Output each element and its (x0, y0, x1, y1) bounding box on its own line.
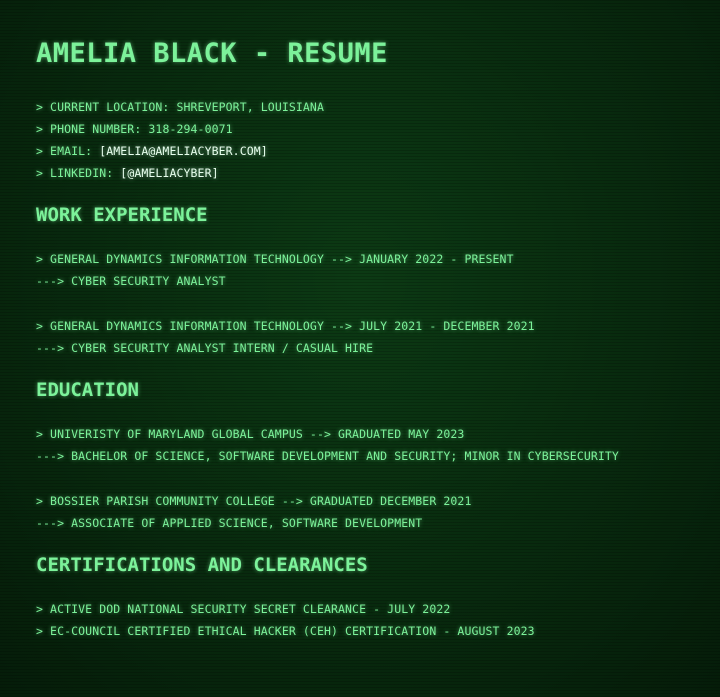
resume-page: AMELIA BLACK - RESUME > CURRENT LOCATION… (36, 32, 706, 642)
contact-phone: > PHONE NUMBER: 318-294-0071 (36, 118, 706, 140)
work-entry-role: ---> CYBER SECURITY ANALYST (36, 274, 226, 288)
phone-label: > PHONE NUMBER: (36, 122, 149, 136)
linkedin-label: > LINKEDIN: (36, 166, 121, 180)
education-entry: > UNIVERISTY OF MARYLAND GLOBAL CAMPUS -… (36, 423, 706, 467)
work-experience-heading: WORK EXPERIENCE (36, 204, 208, 226)
work-entry: > GENERAL DYNAMICS INFORMATION TECHNOLOG… (36, 248, 706, 292)
work-entry-role: ---> CYBER SECURITY ANALYST INTERN / CAS… (36, 341, 374, 355)
page-title: AMELIA BLACK - RESUME (36, 38, 388, 69)
linkedin-link[interactable]: [@AMELIACYBER] (120, 166, 218, 180)
certifications-list: > ACTIVE DOD NATIONAL SECURITY SECRET CL… (36, 598, 706, 642)
email-link[interactable]: [AMELIA@AMELIACYBER.COM] (99, 144, 268, 158)
contact-location: > CURRENT LOCATION: SHREVEPORT, LOUISIAN… (36, 96, 706, 118)
location-label: > CURRENT LOCATION: (36, 100, 177, 114)
contact-email: > EMAIL: [AMELIA@AMELIACYBER.COM] (36, 140, 706, 162)
work-entry-employer: > GENERAL DYNAMICS INFORMATION TECHNOLOG… (36, 252, 514, 266)
education-list: > UNIVERISTY OF MARYLAND GLOBAL CAMPUS -… (36, 423, 706, 534)
education-entry-degree: ---> ASSOCIATE OF APPLIED SCIENCE, SOFTW… (36, 516, 423, 530)
location-value: SHREVEPORT, LOUISIANA (176, 100, 324, 114)
education-entry-school: > BOSSIER PARISH COMMUNITY COLLEGE --> G… (36, 494, 472, 508)
contact-linkedin: > LINKEDIN: [@AMELIACYBER] (36, 162, 706, 184)
contact-section: > CURRENT LOCATION: SHREVEPORT, LOUISIAN… (36, 96, 706, 184)
education-entry: > BOSSIER PARISH COMMUNITY COLLEGE --> G… (36, 490, 706, 534)
certification-item: > ACTIVE DOD NATIONAL SECURITY SECRET CL… (36, 602, 451, 616)
certification-item: > EC-COUNCIL CERTIFIED ETHICAL HACKER (C… (36, 624, 535, 638)
education-entry-degree: ---> BACHELOR OF SCIENCE, SOFTWARE DEVEL… (36, 449, 619, 463)
work-experience-list: > GENERAL DYNAMICS INFORMATION TECHNOLOG… (36, 248, 706, 359)
work-entry: > GENERAL DYNAMICS INFORMATION TECHNOLOG… (36, 315, 706, 359)
work-entry-employer: > GENERAL DYNAMICS INFORMATION TECHNOLOG… (36, 319, 535, 333)
education-entry-school: > UNIVERISTY OF MARYLAND GLOBAL CAMPUS -… (36, 427, 465, 441)
phone-value: 318-294-0071 (148, 122, 233, 136)
email-label: > EMAIL: (36, 144, 100, 158)
education-heading: EDUCATION (36, 379, 139, 401)
certifications-heading: CERTIFICATIONS AND CLEARANCES (36, 554, 368, 576)
